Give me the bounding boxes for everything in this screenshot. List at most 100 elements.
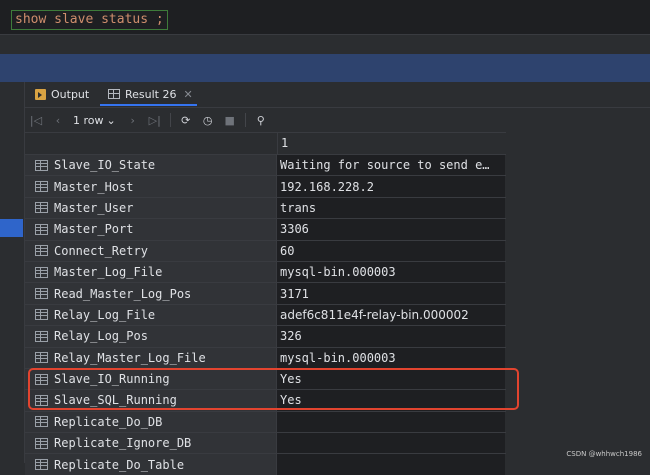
row-value-cell[interactable]: Yes xyxy=(277,390,505,411)
sql-query-line[interactable]: show slave status ; xyxy=(11,10,168,30)
row-name-label: Replicate_Do_DB xyxy=(54,414,163,429)
row-name-cell[interactable]: Master_Host xyxy=(25,176,277,197)
row-name-label: Relay_Log_File xyxy=(54,307,156,322)
table-row-icon xyxy=(35,352,48,364)
stop-icon[interactable]: ■ xyxy=(219,114,241,127)
table-row-icon xyxy=(35,181,48,193)
row-name-cell[interactable]: Replicate_Ignore_DB xyxy=(25,433,277,454)
row-value-cell[interactable]: 3171 xyxy=(277,283,505,304)
toolbar-divider-2 xyxy=(244,113,246,127)
row-value-cell[interactable]: Waiting for source to send e… xyxy=(277,155,505,176)
tab-output[interactable]: Output xyxy=(35,82,89,106)
toolbar-divider xyxy=(169,113,171,127)
table-row-icon xyxy=(35,202,48,214)
results-toolbar: |◁ ‹ 1 row ⌄ › ▷| ⟳ ◷ ■ ⚲ xyxy=(25,107,650,132)
grid-rows: Slave_IO_State Waiting for source to send… xyxy=(25,154,506,475)
row-name-label: Slave_IO_State xyxy=(54,158,156,173)
row-name-label: Master_Port xyxy=(54,222,134,237)
row-value-cell[interactable] xyxy=(277,411,505,433)
services-header-bar xyxy=(0,54,650,82)
column-header[interactable]: 1 xyxy=(278,133,506,154)
table-row-icon xyxy=(35,159,48,171)
row-name-cell[interactable]: Relay_Log_Pos xyxy=(25,326,277,347)
previous-page-icon[interactable]: ‹ xyxy=(47,114,69,127)
table-row[interactable]: Master_Log_File mysql-bin.000003 xyxy=(25,260,506,283)
results-tabs: Output Result 26 ✕ xyxy=(25,82,650,106)
row-name-cell[interactable]: Master_Log_File xyxy=(25,261,277,283)
row-header-corner xyxy=(25,133,278,154)
table-row-icon xyxy=(35,223,48,235)
table-row-icon xyxy=(35,330,48,342)
row-value-cell[interactable]: 60 xyxy=(277,240,505,261)
row-name-cell[interactable]: Slave_SQL_Running xyxy=(25,390,277,411)
row-name-cell[interactable]: Master_User xyxy=(25,197,277,219)
close-tab-icon[interactable]: ✕ xyxy=(183,88,192,101)
row-count-label: 1 row xyxy=(73,113,104,127)
table-row[interactable]: Relay_Log_File adef6c811e4f-relay-bin.000… xyxy=(25,303,506,326)
row-name-cell[interactable]: Read_Master_Log_Pos xyxy=(25,283,277,304)
table-row[interactable]: Read_Master_Log_Pos 3171 xyxy=(25,282,506,304)
table-row[interactable]: Replicate_Do_Table xyxy=(25,453,506,475)
row-name-cell[interactable]: Relay_Master_Log_File xyxy=(25,347,277,368)
row-name-label: Master_Host xyxy=(54,179,134,194)
table-row-icon xyxy=(35,416,48,428)
table-row[interactable]: Master_Port 3306 xyxy=(25,218,506,240)
pin-icon[interactable]: ⚲ xyxy=(250,114,272,127)
last-page-icon[interactable]: ▷| xyxy=(144,114,166,127)
table-row[interactable]: Slave_SQL_Running Yes xyxy=(25,389,506,411)
row-name-label: Replicate_Ignore_DB xyxy=(54,436,192,451)
sql-editor[interactable]: show slave status ; xyxy=(0,0,650,34)
row-name-cell[interactable]: Relay_Log_File xyxy=(25,304,277,326)
row-name-cell[interactable]: Master_Port xyxy=(25,219,277,240)
row-name-label: Master_User xyxy=(54,200,134,215)
tab-output-label: Output xyxy=(51,87,90,101)
table-row[interactable]: Slave_IO_State Waiting for source to send… xyxy=(25,154,506,176)
row-name-label: Connect_Retry xyxy=(54,243,148,258)
grid-empty-area xyxy=(506,132,650,463)
table-row-icon xyxy=(35,245,48,257)
row-name-cell[interactable]: Replicate_Do_Table xyxy=(25,454,277,475)
row-name-cell[interactable]: Slave_IO_Running xyxy=(25,368,277,390)
row-name-label: Slave_IO_Running xyxy=(54,372,170,387)
table-row[interactable]: Replicate_Do_DB xyxy=(25,410,506,433)
chevron-down-icon: ⌄ xyxy=(106,113,116,127)
row-value-cell[interactable]: mysql-bin.000003 xyxy=(277,347,505,368)
table-row[interactable]: Replicate_Ignore_DB xyxy=(25,432,506,454)
table-row[interactable]: Relay_Log_Pos 326 xyxy=(25,325,506,347)
row-name-label: Relay_Master_Log_File xyxy=(54,350,206,365)
row-name-cell[interactable]: Slave_IO_State xyxy=(25,155,277,176)
result-grid: 1 Slave_IO_State Waiting for source to se… xyxy=(25,132,506,475)
row-value-cell[interactable]: 326 xyxy=(277,326,505,347)
row-count-dropdown[interactable]: 1 row ⌄ xyxy=(73,114,116,127)
table-row[interactable]: Relay_Master_Log_File mysql-bin.000003 xyxy=(25,346,506,368)
tab-result[interactable]: Result 26 ✕ xyxy=(100,82,197,106)
table-grid-icon xyxy=(108,89,120,99)
row-value-cell[interactable]: 3306 xyxy=(277,219,505,240)
watermark: CSDN @whhwch1986 xyxy=(566,450,642,458)
row-value-cell[interactable] xyxy=(277,433,505,454)
table-row[interactable]: Master_User trans xyxy=(25,196,506,219)
first-page-icon[interactable]: |◁ xyxy=(25,114,47,127)
row-value-cell[interactable]: trans xyxy=(277,197,505,219)
row-value-cell[interactable]: adef6c811e4f-relay-bin.000002 xyxy=(277,304,505,326)
row-name-label: Replicate_Do_Table xyxy=(54,457,185,472)
table-row-icon xyxy=(35,437,48,449)
row-name-cell[interactable]: Replicate_Do_DB xyxy=(25,411,277,433)
results-panel: Output Result 26 ✕ |◁ ‹ 1 row ⌄ › ▷| ⟳ ◷… xyxy=(25,82,650,475)
refresh-icon[interactable]: ⟳ xyxy=(175,114,197,127)
row-value-cell[interactable]: mysql-bin.000003 xyxy=(277,261,505,283)
next-page-icon[interactable]: › xyxy=(122,114,144,127)
row-value-cell[interactable] xyxy=(277,454,505,475)
table-row[interactable]: Master_Host 192.168.228.2 xyxy=(25,175,506,197)
row-name-cell[interactable]: Connect_Retry xyxy=(25,240,277,261)
left-gutter xyxy=(0,82,25,463)
grid-header: 1 xyxy=(25,133,506,154)
table-row-icon xyxy=(35,394,48,406)
row-value-cell[interactable]: 192.168.228.2 xyxy=(277,176,505,197)
row-value-cell[interactable]: Yes xyxy=(277,368,505,390)
row-name-label: Read_Master_Log_Pos xyxy=(54,286,192,301)
history-clock-icon[interactable]: ◷ xyxy=(197,114,219,127)
table-row[interactable]: Slave_IO_Running Yes xyxy=(25,367,506,390)
row-name-label: Relay_Log_Pos xyxy=(54,329,148,344)
table-row[interactable]: Connect_Retry 60 xyxy=(25,239,506,261)
